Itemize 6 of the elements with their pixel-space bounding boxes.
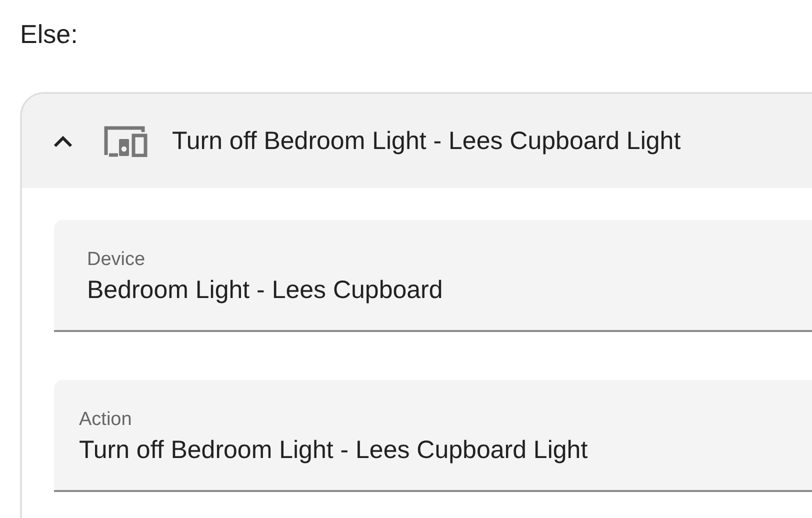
select-field[interactable]: Device Bedroom Light - Lees Cupboard: [54, 220, 812, 332]
devices-icon: [104, 125, 148, 157]
section-label: Else:: [20, 18, 79, 51]
card-header[interactable]: Turn off Bedroom Light - Lees Cupboard Light: [22, 94, 812, 188]
select-field[interactable]: Action Turn off Bedroom Light - Lees Cupboard Light: [54, 380, 812, 492]
action-title: Turn off Bedroom Light - Lees Cupboard Light: [172, 126, 681, 156]
